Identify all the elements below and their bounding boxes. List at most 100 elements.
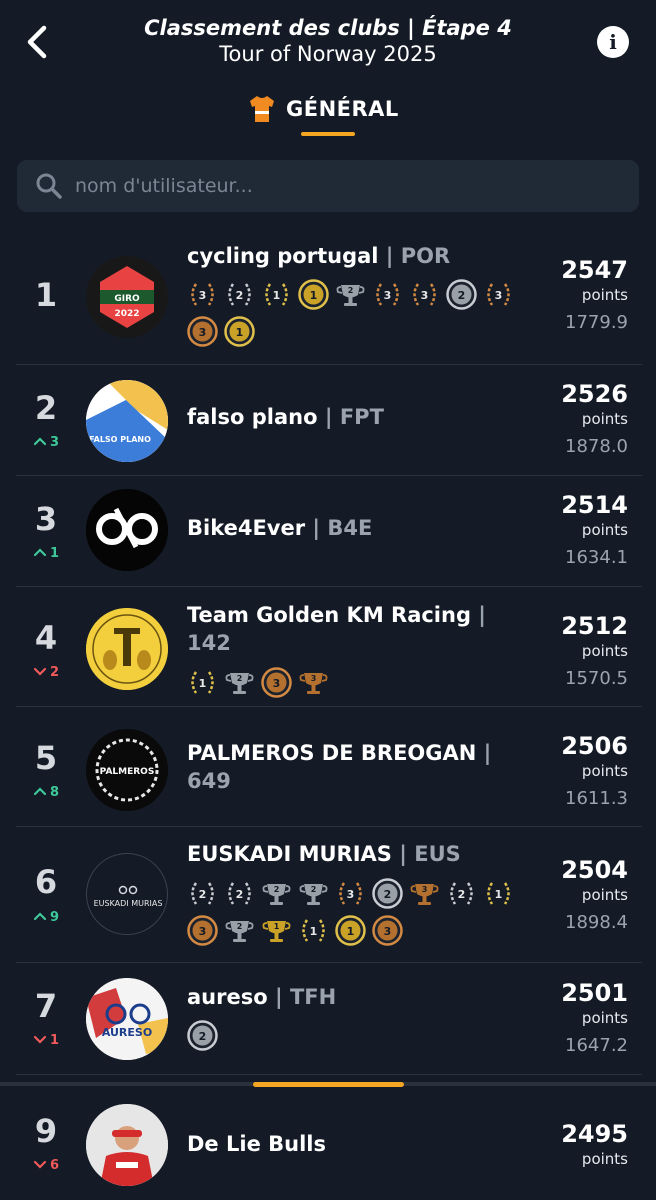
rank-change-value: 2 <box>49 665 60 680</box>
laurel-icon: 3 <box>376 283 399 306</box>
search-icon <box>36 173 62 199</box>
rank-change-value: 8 <box>49 785 60 800</box>
rank-change: 9 <box>16 910 76 925</box>
club-avatar: GIRO 2022 <box>86 256 168 338</box>
points-secondary: 1647.2 <box>565 1035 628 1056</box>
arrow-down-icon <box>33 1035 47 1044</box>
rank-number: 7 <box>34 987 58 1025</box>
svg-text:3: 3 <box>273 677 281 690</box>
rank-number: 4 <box>34 619 58 657</box>
club-code: 142 <box>187 631 231 655</box>
svg-text:2: 2 <box>458 289 466 302</box>
svg-text:1: 1 <box>273 289 281 302</box>
search-input[interactable] <box>75 160 615 212</box>
points-block: 2512 points 1570.5 <box>508 612 628 689</box>
svg-text:3: 3 <box>421 289 429 302</box>
page-subtitle: Tour of Norway 2025 <box>219 42 437 66</box>
rank-number: 1 <box>34 276 58 314</box>
points-secondary: 1779.9 <box>565 312 628 333</box>
leaderboard-row[interactable]: 4 2 Team Golden KM Racing | 142 1 2 3 3 251… <box>16 587 642 707</box>
medal-icon: 1 <box>224 316 255 347</box>
club-name-text: EUSKADI MURIAS <box>187 842 392 866</box>
svg-text:1: 1 <box>347 925 355 938</box>
svg-text:2: 2 <box>311 885 317 894</box>
points-value: 2512 <box>561 612 628 640</box>
svg-text:3: 3 <box>384 925 392 938</box>
points-block: 2501 points 1647.2 <box>508 979 628 1056</box>
points-block: 2547 points 1779.9 <box>508 256 628 333</box>
rank-change: 2 <box>16 665 76 680</box>
rank-number: 2 <box>34 389 58 427</box>
points-secondary: 1570.5 <box>565 668 628 689</box>
laurel-icon: 2 <box>228 882 251 905</box>
rank-number: 5 <box>34 739 58 777</box>
club-name-text: falso plano <box>187 405 318 429</box>
my-club-row[interactable]: 9 6 De Lie Bulls 2495 points <box>16 1090 642 1200</box>
club-code: EUS <box>414 842 461 866</box>
rank-change-value: 3 <box>49 435 60 450</box>
avatar-text: EUSKADI MURIAS <box>94 899 163 908</box>
leaderboard-row[interactable]: 2 3 FALSO PLANO falso plano | FPT 2526 p… <box>16 365 642 476</box>
trophy-icon: 3 <box>410 884 439 905</box>
badges: 2 <box>186 1019 526 1052</box>
svg-text:3: 3 <box>384 289 392 302</box>
medal-icon: 3 <box>372 915 403 946</box>
sticky-handle[interactable] <box>253 1082 404 1087</box>
points-label: points <box>581 410 628 428</box>
avatar-text: 2022 <box>114 309 139 319</box>
chevron-left-icon[interactable] <box>22 24 54 60</box>
tab-general[interactable]: GÉNÉRAL <box>248 92 399 126</box>
club-name-text: Team Golden KM Racing <box>187 603 471 627</box>
tab-label: GÉNÉRAL <box>286 97 399 121</box>
points-block: 2514 points 1634.1 <box>508 491 628 568</box>
trophy-icon: 1 <box>262 921 291 942</box>
points-label: points <box>581 762 628 780</box>
svg-text:3: 3 <box>199 326 207 339</box>
svg-text:2: 2 <box>199 888 207 901</box>
leaderboard-row[interactable]: 3 1 Bike4Ever | B4E 2514 points 1634.1 <box>16 476 642 587</box>
svg-text:2: 2 <box>199 1030 207 1043</box>
club-name: cycling portugal | POR <box>187 244 451 268</box>
search-bar[interactable] <box>17 160 639 212</box>
rank-change: 1 <box>16 546 76 561</box>
medal-icon: 3 <box>187 316 218 347</box>
svg-text:1: 1 <box>310 925 318 938</box>
avatar-text: AURESO <box>102 1026 152 1039</box>
points-block: 2526 points 1878.0 <box>508 380 628 457</box>
svg-text:2: 2 <box>348 286 354 295</box>
club-name-text: PALMEROS DE BREOGAN <box>187 741 477 765</box>
club-code: FPT <box>339 405 384 429</box>
club-name: aureso | TFH <box>187 985 337 1009</box>
club-code: 649 <box>187 769 231 793</box>
leaderboard-row[interactable]: 6 9 EUSKADI MURIAS EUSKADI MURIAS | EUS … <box>16 827 642 963</box>
points-value: 2514 <box>561 491 628 519</box>
points-label: points <box>581 286 628 304</box>
points-label: points <box>581 642 628 660</box>
arrow-up-icon <box>33 548 47 557</box>
arrow-up-icon <box>33 437 47 446</box>
rank-change-value: 9 <box>49 910 60 925</box>
points-secondary: 1611.3 <box>565 788 628 809</box>
info-icon[interactable]: i <box>597 26 629 58</box>
leaderboard-row[interactable]: 5 8 PALMEROS PALMEROS DE BREOGAN | 649 2… <box>16 707 642 827</box>
points-value: 2501 <box>561 979 628 1007</box>
svg-text:1: 1 <box>310 289 318 302</box>
points-label: points <box>581 1150 628 1168</box>
jersey-icon <box>250 96 274 122</box>
medal-icon: 3 <box>261 667 292 698</box>
trophy-icon: 2 <box>225 921 254 942</box>
trophy-icon: 3 <box>299 673 328 694</box>
leaderboard-row[interactable]: 1 GIRO 2022 cycling portugal | POR 3 2 1 1 2… <box>16 232 642 365</box>
rank-change-value: 1 <box>49 1033 60 1048</box>
leaderboard-row[interactable]: 7 1 AURESO aureso | TFH 2 2501 points 16… <box>16 963 642 1075</box>
svg-text:3: 3 <box>199 925 207 938</box>
svg-text:3: 3 <box>422 885 428 894</box>
points-value: 2526 <box>561 380 628 408</box>
rank-number: 9 <box>34 1112 58 1150</box>
points-block: 2495 points <box>508 1120 628 1168</box>
points-secondary: 1878.0 <box>565 436 628 457</box>
laurel-icon: 2 <box>191 882 214 905</box>
svg-text:3: 3 <box>347 888 355 901</box>
rank-change: 8 <box>16 785 76 800</box>
trophy-icon: 2 <box>299 884 328 905</box>
